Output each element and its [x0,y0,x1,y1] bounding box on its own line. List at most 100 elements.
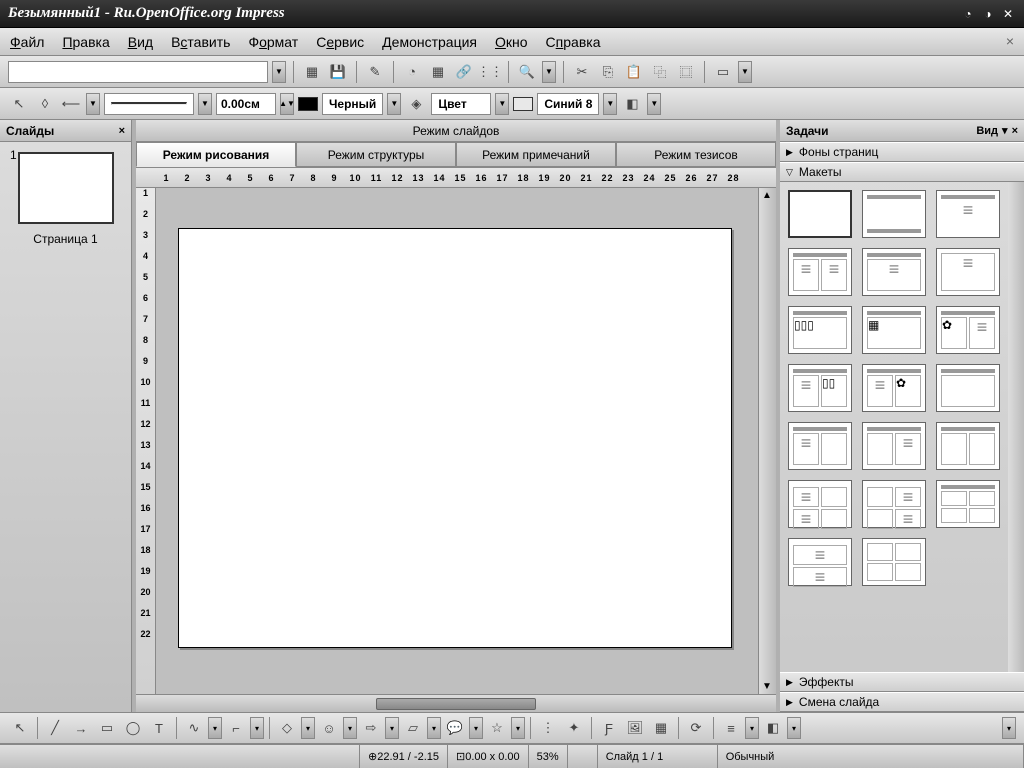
arrange-icon[interactable]: ◧ [761,717,785,739]
layout-4boxes[interactable] [862,538,926,586]
tab-outline[interactable]: Режим структуры [296,142,456,167]
menu-tools[interactable]: Сервис [316,34,364,50]
layout-text-chart[interactable]: ▯▯ [788,364,852,412]
section-transition[interactable]: ▶Смена слайда [780,692,1024,712]
toolbar2-more-icon[interactable]: ▼ [647,93,661,115]
shadow-icon[interactable]: ◧ [621,93,643,115]
section-effects[interactable]: ▶Эффекты [780,672,1024,692]
tasks-view-dropdown-icon[interactable]: ▾ [1002,124,1008,137]
line-width-spinner[interactable]: ▲▼ [280,93,294,115]
layout-title-content[interactable] [862,248,926,296]
url-combo[interactable] [8,61,268,83]
block-arrows-icon[interactable]: ⇨ [359,717,383,739]
gallery-icon[interactable]: ▦ [649,717,673,739]
drawbar-more-icon[interactable]: ▾ [1002,717,1016,739]
layout-content-only[interactable] [936,248,1000,296]
layout-4content[interactable] [936,480,1000,528]
menu-format[interactable]: Формат [248,34,298,50]
line-tool-icon[interactable]: ╱ [43,717,67,739]
ellipse-tool-icon[interactable]: ◯ [121,717,145,739]
vertical-scrollbar[interactable] [758,188,776,694]
presentation-icon[interactable]: ▭ [712,61,734,83]
tab-notes[interactable]: Режим примечаний [456,142,616,167]
canvas[interactable] [156,188,758,694]
zoom-icon[interactable]: 🔍 [516,61,538,83]
layout-2obj-text[interactable] [862,480,926,528]
menu-slideshow[interactable]: Демонстрация [382,34,477,50]
callouts-icon[interactable]: 💬 [443,717,467,739]
layout-two-objects[interactable] [936,422,1000,470]
edit-icon[interactable]: ✎ [364,61,386,83]
rectangle-tool-icon[interactable]: ▭ [95,717,119,739]
basic-shapes-icon[interactable]: ◇ [275,717,299,739]
curve-tool-icon[interactable]: ∿ [182,717,206,739]
zoom-dropdown-icon[interactable]: ▼ [542,61,556,83]
layout-chart[interactable]: ▯▯▯ [788,306,852,354]
section-layouts[interactable]: ▽Макеты [780,162,1024,182]
line-color-combo[interactable]: Черный [322,93,383,115]
layout-title-2rows[interactable] [788,538,852,586]
line-style-combo[interactable] [104,93,194,115]
layout-clipart-text[interactable]: ✿ [936,306,1000,354]
arrow-style-dropdown[interactable]: ▼ [86,93,100,115]
callouts-dropdown[interactable]: ▾ [469,717,483,739]
symbol-shapes-dropdown[interactable]: ▾ [343,717,357,739]
menu-insert[interactable]: Вставить [171,34,230,50]
flowchart-dropdown[interactable]: ▾ [427,717,441,739]
section-backgrounds[interactable]: ▶Фоны страниц [780,142,1024,162]
menu-view[interactable]: Вид [128,34,153,50]
slides-panel-close-icon[interactable]: × [119,125,125,137]
slide-thumbnail[interactable] [18,152,114,224]
ruler-horizontal[interactable]: 1234567891011121314151617181920212223242… [136,168,776,188]
status-zoom[interactable]: 53% [529,745,568,768]
maximize-icon[interactable]: ◑ [980,6,996,22]
layout-object-text[interactable] [862,422,926,470]
arrow-style-icon[interactable]: ⟵ [60,93,82,115]
layout-blank[interactable] [788,190,852,238]
horizontal-scrollbar[interactable] [136,694,776,712]
line-color-swatch[interactable] [298,97,318,111]
tab-handout[interactable]: Режим тезисов [616,142,776,167]
layout-object[interactable] [936,364,1000,412]
alignment-icon[interactable]: ≡ [719,717,743,739]
fill-type-combo[interactable]: Цвет [431,93,491,115]
layout-text-2obj[interactable] [788,480,852,528]
layout-title[interactable] [862,190,926,238]
stars-icon[interactable]: ☆ [485,717,509,739]
connector-dropdown[interactable]: ▾ [250,717,264,739]
fill-color-dropdown[interactable]: ▼ [603,93,617,115]
new-icon[interactable]: ▦ [301,61,323,83]
close-icon[interactable]: ✕ [1000,6,1016,22]
connector-tool-icon[interactable]: ⌐ [224,717,248,739]
menu-edit[interactable]: Правка [62,34,109,50]
rotate-icon[interactable]: ⟳ [684,717,708,739]
fill-bucket-icon[interactable]: ◈ [405,93,427,115]
text-tool-icon[interactable]: T [147,717,171,739]
slide-page[interactable] [178,228,732,648]
layout-table[interactable]: ▦ [862,306,926,354]
fill-color-swatch[interactable] [513,97,533,111]
points-edit-icon[interactable]: ⋮ [536,717,560,739]
curve-dropdown[interactable]: ▾ [208,717,222,739]
format-paintbrush-icon[interactable]: ⿴ [675,61,697,83]
menu-help[interactable]: Справка [546,34,601,50]
symbol-shapes-icon[interactable]: ☺ [317,717,341,739]
menu-file[interactable]: Файл [10,34,44,50]
ruler-vertical[interactable]: 12345678910111213141516171819202122 [136,188,156,694]
line-width-input[interactable]: 0.00см [216,93,276,115]
tab-drawing[interactable]: Режим рисования [136,142,296,167]
layout-text-clipart[interactable]: ✿ [862,364,926,412]
stars-dropdown[interactable]: ▾ [511,717,525,739]
alignment-dropdown[interactable]: ▾ [745,717,759,739]
paste-icon[interactable]: 📋 [623,61,645,83]
arrow-select-icon[interactable]: ↖ [8,93,30,115]
fontwork-icon[interactable]: Ƒ [597,717,621,739]
cut-icon[interactable]: ✂ [571,61,593,83]
save-icon[interactable]: 💾 [327,61,349,83]
grid-icon[interactable]: ⋮⋮ [479,61,501,83]
minimize-icon[interactable]: ◔ [960,6,976,22]
layout-title-bullets[interactable] [936,190,1000,238]
glue-points-icon[interactable]: ✦ [562,717,586,739]
url-dropdown-icon[interactable]: ▼ [272,61,286,83]
line-endings-icon[interactable]: ◊ [34,93,56,115]
